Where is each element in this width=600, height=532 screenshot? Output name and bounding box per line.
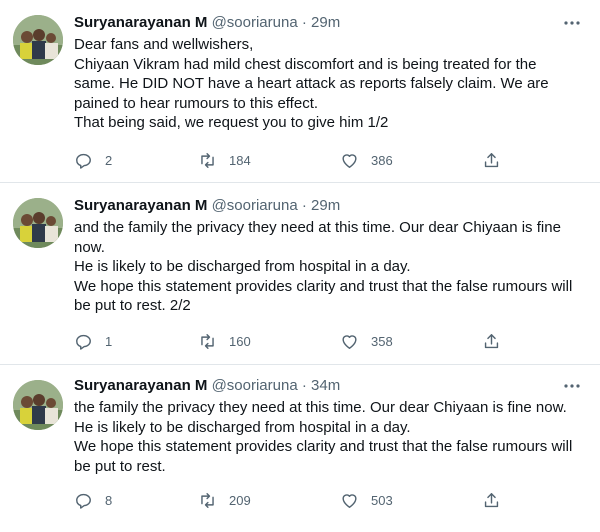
avatar[interactable] bbox=[13, 15, 63, 65]
more-icon[interactable] bbox=[562, 13, 582, 33]
reply-button[interactable]: 1 bbox=[74, 330, 112, 352]
tweet-header: Suryanarayanan M @sooriaruna · 29m bbox=[74, 13, 588, 33]
tweet-text-line: same. He DID NOT have a heart attack as … bbox=[74, 75, 549, 92]
like-button[interactable]: 386 bbox=[340, 149, 393, 171]
reply-count: 2 bbox=[105, 152, 113, 168]
reply-button[interactable]: 8 bbox=[74, 489, 112, 511]
reply-icon bbox=[76, 493, 91, 509]
author-handle[interactable]: @sooriaruna bbox=[212, 14, 298, 31]
retweet-count: 160 bbox=[229, 333, 251, 349]
tweet[interactable]: Suryanarayanan M @sooriaruna · 29m Dear … bbox=[0, 0, 600, 183]
tweet-text-line: the family the privacy they need at this… bbox=[74, 399, 567, 416]
tweet-text-line: be put to rest. bbox=[74, 457, 166, 475]
author-handle[interactable]: @sooriaruna bbox=[212, 197, 298, 214]
tweet-text-line: Chiyaan Vikram had mild chest discomfort… bbox=[74, 55, 537, 73]
reply-icon bbox=[76, 334, 91, 350]
like-count: 503 bbox=[371, 492, 393, 508]
tweet-text: the family the privacy they need at this… bbox=[74, 398, 588, 476]
heart-icon bbox=[342, 153, 357, 168]
tweet-text-line: We hope this statement provides clarity … bbox=[74, 438, 573, 455]
share-icon bbox=[484, 492, 499, 507]
tweet-time[interactable]: 34m bbox=[311, 377, 340, 394]
tweet[interactable]: Suryanarayanan M @sooriaruna · 34m the f… bbox=[0, 365, 600, 532]
like-button[interactable]: 358 bbox=[340, 330, 393, 352]
share-icon bbox=[484, 152, 499, 167]
tweet-header: Suryanarayanan M @sooriaruna · 29m bbox=[74, 196, 588, 216]
tweet-text: and the family the privacy they need at … bbox=[74, 218, 588, 316]
retweet-icon bbox=[201, 152, 214, 168]
author-name[interactable]: Suryanarayanan M bbox=[74, 377, 207, 394]
tweet-actions: 2 184 386 bbox=[74, 149, 514, 171]
like-count: 386 bbox=[371, 152, 393, 168]
retweet-count: 209 bbox=[229, 492, 251, 508]
separator-dot: · bbox=[301, 14, 307, 31]
tweet-time[interactable]: 29m bbox=[311, 197, 340, 214]
like-count: 358 bbox=[371, 333, 393, 349]
tweet-text-line: be put to rest. 2/2 bbox=[74, 297, 191, 314]
avatar[interactable] bbox=[13, 380, 63, 430]
tweet-text-line: He is likely to be discharged from hospi… bbox=[74, 258, 411, 275]
tweet-text-line: We hope this statement provides clarity … bbox=[74, 277, 573, 295]
like-button[interactable]: 503 bbox=[340, 489, 393, 511]
tweet-text-line: That being said, we request you to give … bbox=[74, 114, 389, 131]
tweet-actions: 1 160 358 bbox=[74, 330, 514, 352]
tweet-text-line: Dear fans and wellwishers, bbox=[74, 36, 254, 53]
retweet-count: 184 bbox=[229, 152, 251, 168]
heart-icon bbox=[342, 334, 357, 349]
retweet-icon bbox=[201, 492, 214, 508]
tweet-text-line: now. bbox=[74, 238, 105, 256]
share-button[interactable] bbox=[482, 489, 501, 511]
more-icon[interactable] bbox=[562, 376, 582, 396]
retweet-icon bbox=[201, 333, 214, 349]
share-icon bbox=[484, 333, 499, 348]
author-name[interactable]: Suryanarayanan M bbox=[74, 197, 207, 214]
separator-dot: · bbox=[301, 197, 307, 214]
retweet-button[interactable]: 184 bbox=[198, 149, 251, 171]
tweet[interactable]: Suryanarayanan M @sooriaruna · 29m and t… bbox=[0, 183, 600, 365]
avatar[interactable] bbox=[13, 198, 63, 248]
retweet-button[interactable]: 160 bbox=[198, 330, 251, 352]
tweet-text-line: He is likely to be discharged from hospi… bbox=[74, 418, 411, 436]
tweet-header: Suryanarayanan M @sooriaruna · 34m bbox=[74, 376, 588, 396]
author-name[interactable]: Suryanarayanan M bbox=[74, 14, 207, 31]
author-handle[interactable]: @sooriaruna bbox=[212, 377, 298, 394]
reply-button[interactable]: 2 bbox=[74, 149, 112, 171]
reply-count: 8 bbox=[105, 492, 113, 508]
share-button[interactable] bbox=[482, 149, 501, 171]
reply-icon bbox=[76, 153, 91, 169]
tweet-feed: Suryanarayanan M @sooriaruna · 29m Dear … bbox=[0, 0, 600, 532]
tweet-text-line: and the family the privacy they need at … bbox=[74, 219, 561, 236]
share-button[interactable] bbox=[482, 330, 501, 352]
separator-dot: · bbox=[301, 377, 307, 394]
heart-icon bbox=[342, 493, 357, 508]
tweet-time[interactable]: 29m bbox=[311, 14, 340, 31]
tweet-text-line: pained to hear rumours to this effect. bbox=[74, 94, 319, 112]
tweet-actions: 8 209 503 bbox=[74, 489, 514, 511]
reply-count: 1 bbox=[105, 333, 113, 349]
retweet-button[interactable]: 209 bbox=[198, 489, 251, 511]
tweet-text: Dear fans and wellwishers, Chiyaan Vikra… bbox=[74, 35, 588, 133]
